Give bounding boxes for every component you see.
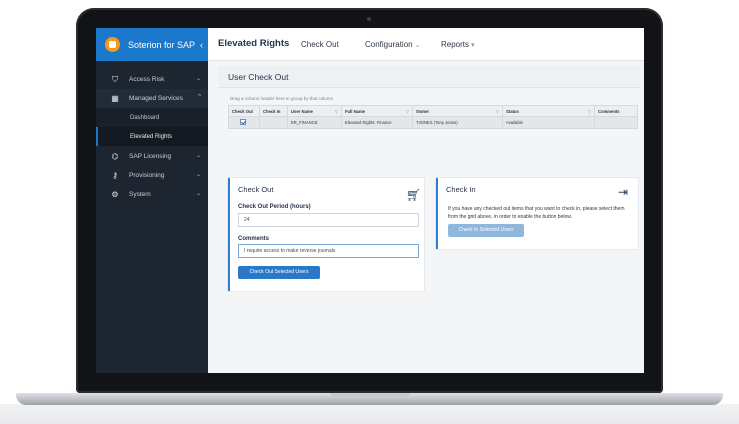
nav-configuration[interactable]: Configuration ⌄ — [365, 28, 441, 61]
app-name: Soterion for SAP — [128, 39, 196, 50]
group-by-hint[interactable]: Drag a column header here to group by th… — [230, 96, 333, 101]
grid-icon: ▦ — [111, 93, 119, 103]
column-header-comments[interactable]: Comments — [595, 106, 637, 117]
brand-header[interactable]: Soterion for SAP ‹ — [96, 28, 208, 61]
section-title: User Check Out — [228, 72, 289, 82]
filter-icon[interactable]: ▽ — [406, 106, 409, 117]
nav-label: Check Out — [301, 40, 339, 49]
column-label: Comments — [598, 108, 620, 114]
check-in-selected-users-button[interactable]: Check In Selected Users — [448, 224, 524, 237]
sidebar-subitem-label: Dashboard — [130, 114, 160, 121]
check-in-panel: Check In ⇥ If you have any checked out i… — [436, 178, 638, 249]
column-label: Check In — [263, 108, 281, 114]
sidebar-subitem-dashboard[interactable]: Dashboard — [96, 108, 208, 127]
chevron-up-icon: ^ — [198, 94, 201, 100]
column-header-check-in[interactable]: Check In — [260, 105, 288, 117]
column-header-user-name[interactable]: User Name ▽ — [288, 105, 342, 117]
webcam — [367, 17, 371, 21]
soterion-logo-icon — [105, 37, 120, 52]
collapse-sidebar-icon[interactable]: ‹ — [200, 40, 203, 50]
column-label: Status — [506, 108, 519, 114]
check-in-title: Check In — [446, 185, 476, 194]
column-header-full-name[interactable]: Full Name ▽ — [342, 105, 413, 117]
check-out-title: Check Out — [238, 185, 274, 194]
sign-in-icon: ⇥ — [618, 185, 629, 199]
app-screen: Soterion for SAP ‹ Elevated Rights Check… — [96, 28, 644, 373]
nav-label: Reports — [441, 40, 470, 49]
sidebar-subitem-elevated-rights[interactable]: Elevated Rights — [96, 127, 208, 146]
column-header-status[interactable]: Status ▽ — [503, 105, 595, 117]
sidebar: ⛉ Access Risk ⌄ ▦ Managed Services ^ Das… — [96, 61, 208, 373]
sidebar-item-label: Access Risk — [129, 76, 165, 83]
sidebar-item-system[interactable]: ⚙ System ⌄ — [96, 185, 208, 204]
column-label: Owner — [416, 108, 430, 114]
sidebar-item-sap-licensing[interactable]: ⌬ SAP Licensing ⌄ — [96, 147, 208, 166]
chevron-down-icon: ▾ — [471, 42, 475, 49]
check-out-checkbox[interactable] — [240, 119, 246, 125]
users-grid: Check Out Check In User Name ▽ Full Name ▽… — [228, 105, 638, 129]
column-header-check-out[interactable]: Check Out — [229, 105, 260, 117]
sidebar-item-label: SAP Licensing — [129, 153, 172, 160]
comments-cell — [595, 117, 637, 128]
chevron-down-icon: ⌄ — [414, 42, 421, 49]
comments-label: Comments — [238, 236, 270, 242]
check-in-instructions: If you have any checked out items that y… — [448, 206, 625, 220]
check-out-cell[interactable] — [229, 117, 260, 128]
sidebar-item-access-risk[interactable]: ⛉ Access Risk ⌄ — [96, 70, 208, 89]
chevron-down-icon: ⌄ — [195, 172, 201, 178]
full-name-cell: Elevated Rights: Finance — [342, 117, 413, 128]
status-cell: Available — [503, 117, 595, 128]
column-header-owner[interactable]: Owner ▽ — [413, 105, 503, 117]
gears-icon: ⚙ — [111, 189, 119, 199]
check-out-period-input[interactable] — [238, 213, 419, 227]
top-bar: Soterion for SAP ‹ Elevated Rights Check… — [96, 28, 644, 61]
section-header: User Check Out — [218, 66, 640, 88]
filter-icon[interactable]: ▽ — [496, 106, 499, 117]
page-title: Elevated Rights — [218, 38, 290, 49]
nav-check-out[interactable]: Check Out — [301, 28, 365, 61]
chevron-down-icon: ⌄ — [195, 153, 201, 159]
main-content: User Check Out Drag a column header here… — [208, 61, 644, 373]
check-out-selected-users-button[interactable]: Check Out Selected Users — [238, 266, 320, 279]
top-nav: Check Out Configuration ⌄ Reports ▾ — [301, 28, 501, 61]
sidebar-item-managed-services[interactable]: ▦ Managed Services ^ — [96, 89, 208, 108]
comments-input[interactable] — [238, 244, 419, 258]
sidebar-item-label: System — [129, 191, 151, 198]
owner-cell: TJONES (Tony Jones) — [413, 117, 503, 128]
shield-icon: ⛉ — [112, 74, 118, 84]
sidebar-subitem-label: Elevated Rights — [130, 133, 173, 140]
column-label: User Name — [291, 108, 313, 114]
column-label: Check Out — [232, 108, 253, 114]
filter-icon[interactable]: ▽ — [335, 106, 338, 117]
chevron-down-icon: ⌄ — [195, 191, 201, 197]
floor-shadow — [0, 404, 739, 424]
nav-label: Configuration — [365, 40, 413, 49]
tag-icon: ⌬ — [111, 151, 119, 161]
laptop-notch — [330, 393, 410, 398]
sidebar-item-provisioning[interactable]: ⚷ Provisioning ⌄ — [96, 166, 208, 185]
check-out-period-label: Check Out Period (hours) — [238, 204, 311, 210]
filter-icon[interactable]: ▽ — [588, 106, 591, 117]
chevron-down-icon: ⌄ — [195, 76, 201, 82]
cart-icon: 🛒︎ — [406, 188, 422, 202]
check-out-panel: Check Out 🛒︎ Check Out Period (hours) Co… — [228, 178, 424, 291]
column-label: Full Name — [345, 108, 366, 114]
sidebar-item-label: Managed Services — [129, 95, 183, 102]
key-icon: ⚷ — [112, 170, 118, 180]
sidebar-item-label: Provisioning — [129, 172, 165, 179]
grid-header: Check Out Check In User Name ▽ Full Name ▽… — [229, 105, 637, 117]
check-in-cell[interactable] — [260, 117, 288, 128]
table-row[interactable]: ER_FINANCE Elevated Rights: Finance TJON… — [229, 117, 637, 128]
user-name-cell: ER_FINANCE — [288, 117, 342, 128]
nav-reports[interactable]: Reports ▾ — [441, 28, 501, 61]
